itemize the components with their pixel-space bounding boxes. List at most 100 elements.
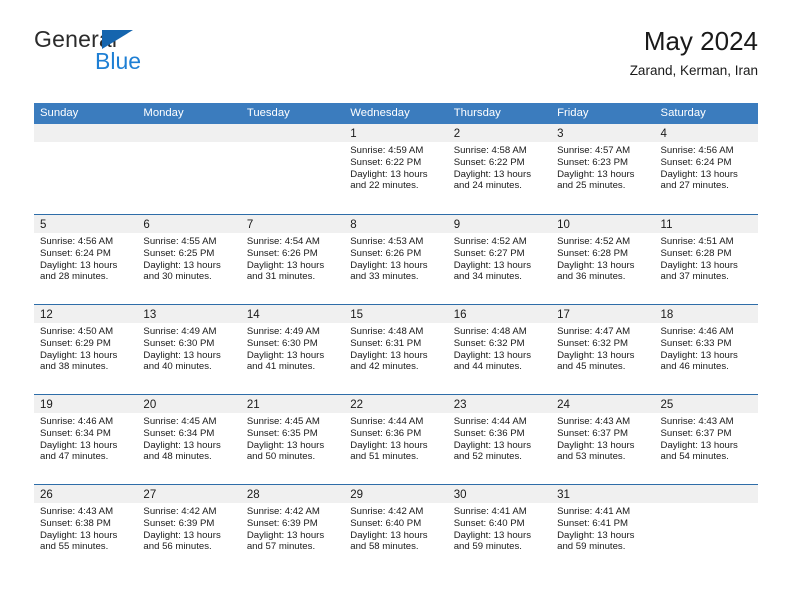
calendar-day-cell[interactable]: 23 Sunrise: 4:44 AM Sunset: 6:36 PM Dayligh… (447, 395, 552, 484)
day-detail-line: Sunset: 6:26 PM (350, 247, 422, 259)
day-number: 31 (557, 489, 570, 501)
calendar-day-cell[interactable]: 17 Sunrise: 4:47 AM Sunset: 6:32 PM Dayligh… (551, 305, 655, 394)
calendar-day-cell[interactable]: 13 Sunrise: 4:49 AM Sunset: 6:30 PM Dayligh… (137, 305, 241, 394)
calendar-day-cell[interactable]: 20 Sunrise: 4:45 AM Sunset: 6:34 PM Dayligh… (137, 395, 241, 484)
calendar-day-cell[interactable]: 11 Sunrise: 4:51 AM Sunset: 6:28 PM Dayligh… (654, 215, 758, 304)
day-detail-lines: Sunrise: 4:47 AM Sunset: 6:32 PM Daylight:… (551, 323, 654, 373)
day-detail-lines: Sunrise: 4:43 AM Sunset: 6:38 PM Daylight:… (34, 503, 137, 553)
day-number-band: 17 (551, 305, 655, 323)
calendar-day-cell[interactable]: 24 Sunrise: 4:43 AM Sunset: 6:37 PM Dayligh… (551, 395, 655, 484)
calendar-day-cell[interactable]: 26 Sunrise: 4:43 AM Sunset: 6:38 PM Dayligh… (34, 485, 138, 574)
day-number-band: 1 (344, 124, 448, 142)
day-detail-line: Daylight: 13 hours (246, 349, 325, 361)
day-detail-line: Daylight: 13 hours (453, 529, 532, 541)
calendar-day-cell[interactable]: 27 Sunrise: 4:42 AM Sunset: 6:39 PM Dayligh… (137, 485, 241, 574)
day-detail-lines (34, 142, 137, 145)
day-detail-line: Sunset: 6:37 PM (557, 427, 629, 439)
day-number: 27 (143, 489, 157, 501)
calendar-day-cell[interactable]: 14 Sunrise: 4:49 AM Sunset: 6:30 PM Dayligh… (240, 305, 345, 394)
day-number-band: 26 (34, 485, 138, 503)
day-number: 7 (246, 219, 254, 231)
day-detail-line: Sunset: 6:41 PM (557, 517, 629, 529)
calendar-day-cell[interactable]: 10 Sunrise: 4:52 AM Sunset: 6:28 PM Dayligh… (551, 215, 655, 304)
day-detail-line: Sunrise: 4:42 AM (246, 506, 320, 517)
day-detail-lines (241, 142, 344, 145)
calendar-day-cell[interactable]: 31 Sunrise: 4:41 AM Sunset: 6:41 PM Dayligh… (551, 485, 655, 574)
day-number-band: 8 (344, 215, 448, 233)
calendar-day-cell[interactable]: 22 Sunrise: 4:44 AM Sunset: 6:36 PM Dayligh… (344, 395, 448, 484)
weekday-header-thursday: Thursday (453, 107, 501, 119)
day-detail-line: Daylight: 13 hours (453, 259, 532, 271)
calendar-page: General Blue May 2024 Zarand, Kerman, Ir… (0, 0, 792, 612)
calendar-day-cell[interactable]: 4 Sunrise: 4:56 AM Sunset: 6:24 PM Daylight… (654, 124, 758, 214)
calendar-day-cell[interactable]: 6 Sunrise: 4:55 AM Sunset: 6:25 PM Daylight… (137, 215, 241, 304)
day-detail-line: Sunrise: 4:52 AM (557, 236, 631, 247)
weekday-header-tuesday: Tuesday (246, 107, 290, 119)
day-detail-line: and 52 minutes. (453, 451, 522, 463)
calendar-grid: Sunday Monday Tuesday Wednesday Thursday Frid… (34, 103, 758, 574)
day-detail-lines: Sunrise: 4:46 AM Sunset: 6:34 PM Daylight:… (34, 413, 137, 463)
day-detail-lines: Sunrise: 4:43 AM Sunset: 6:37 PM Daylight:… (551, 413, 654, 463)
day-detail-line: Daylight: 13 hours (557, 529, 635, 541)
day-detail-lines: Sunrise: 4:41 AM Sunset: 6:41 PM Daylight:… (551, 503, 654, 553)
day-number-band: 9 (447, 215, 552, 233)
calendar-day-cell-empty (240, 124, 345, 214)
day-detail-line: Sunrise: 4:51 AM (660, 236, 734, 247)
calendar-day-cell[interactable]: 3 Sunrise: 4:57 AM Sunset: 6:23 PM Daylight… (551, 124, 655, 214)
day-number-band: 31 (551, 485, 655, 503)
day-detail-line: Daylight: 13 hours (40, 259, 118, 271)
day-detail-line: and 28 minutes. (40, 271, 109, 283)
calendar-day-cell[interactable]: 29 Sunrise: 4:42 AM Sunset: 6:40 PM Dayligh… (344, 485, 448, 574)
day-detail-line: Daylight: 13 hours (143, 439, 221, 451)
day-detail-line: Sunrise: 4:45 AM (143, 416, 217, 427)
day-detail-line: Daylight: 13 hours (246, 529, 325, 541)
calendar-day-cell[interactable]: 8 Sunrise: 4:53 AM Sunset: 6:26 PM Daylight… (344, 215, 448, 304)
day-detail-line: Sunrise: 4:41 AM (453, 506, 527, 517)
calendar-day-cell[interactable]: 15 Sunrise: 4:48 AM Sunset: 6:31 PM Dayligh… (344, 305, 448, 394)
day-detail-line: Daylight: 13 hours (557, 349, 635, 361)
calendar-day-cell[interactable]: 28 Sunrise: 4:42 AM Sunset: 6:39 PM Dayligh… (240, 485, 345, 574)
calendar-day-cell[interactable]: 5 Sunrise: 4:56 AM Sunset: 6:24 PM Daylight… (34, 215, 138, 304)
calendar-day-cell[interactable]: 25 Sunrise: 4:43 AM Sunset: 6:37 PM Dayligh… (654, 395, 758, 484)
day-detail-line: Sunrise: 4:56 AM (40, 236, 114, 247)
day-number: 2 (453, 128, 461, 140)
day-detail-line: Sunrise: 4:52 AM (453, 236, 527, 247)
calendar-day-cell[interactable]: 12 Sunrise: 4:50 AM Sunset: 6:29 PM Dayligh… (34, 305, 138, 394)
day-number-band: 30 (447, 485, 552, 503)
day-detail-lines: Sunrise: 4:58 AM Sunset: 6:22 PM Daylight:… (448, 142, 551, 192)
day-number: 9 (453, 219, 461, 231)
day-detail-line: Daylight: 13 hours (246, 439, 325, 451)
calendar-day-cell[interactable]: 9 Sunrise: 4:52 AM Sunset: 6:27 PM Daylight… (447, 215, 552, 304)
calendar-day-cell[interactable]: 18 Sunrise: 4:46 AM Sunset: 6:33 PM Dayligh… (654, 305, 758, 394)
day-detail-lines: Sunrise: 4:43 AM Sunset: 6:37 PM Daylight:… (655, 413, 758, 463)
calendar-day-cell[interactable]: 16 Sunrise: 4:48 AM Sunset: 6:32 PM Dayligh… (447, 305, 552, 394)
day-detail-line: and 59 minutes. (453, 541, 522, 553)
day-detail-line: Sunset: 6:27 PM (453, 247, 525, 259)
day-detail-line: and 58 minutes. (350, 541, 419, 553)
day-detail-line: Sunrise: 4:54 AM (246, 236, 320, 247)
day-number: 10 (557, 219, 570, 231)
brand-logo[interactable]: General Blue (34, 28, 334, 88)
calendar-day-cell[interactable]: 2 Sunrise: 4:58 AM Sunset: 6:22 PM Daylight… (447, 124, 552, 214)
day-number-band: 18 (654, 305, 758, 323)
calendar-day-cell[interactable]: 30 Sunrise: 4:41 AM Sunset: 6:40 PM Dayligh… (447, 485, 552, 574)
day-detail-line: Sunrise: 4:48 AM (453, 326, 527, 337)
day-detail-line: Daylight: 13 hours (557, 168, 635, 180)
calendar-day-cell[interactable]: 1 Sunrise: 4:59 AM Sunset: 6:22 PM Daylight… (344, 124, 448, 214)
calendar-day-cell[interactable]: 21 Sunrise: 4:45 AM Sunset: 6:35 PM Dayligh… (240, 395, 345, 484)
day-detail-line: and 24 minutes. (453, 180, 522, 192)
day-detail-line: Sunrise: 4:44 AM (350, 416, 424, 427)
day-number-band: 15 (344, 305, 448, 323)
day-detail-lines: Sunrise: 4:46 AM Sunset: 6:33 PM Daylight:… (655, 323, 758, 373)
day-detail-line: Sunset: 6:32 PM (453, 337, 525, 349)
calendar-day-cell[interactable]: 7 Sunrise: 4:54 AM Sunset: 6:26 PM Daylight… (240, 215, 345, 304)
day-number-band: 4 (654, 124, 758, 142)
title-block: May 2024 Zarand, Kerman, Iran (630, 27, 758, 79)
calendar-day-cell[interactable]: 19 Sunrise: 4:46 AM Sunset: 6:34 PM Dayligh… (34, 395, 138, 484)
weekday-header-row: Sunday Monday Tuesday Wednesday Thursday Frid… (34, 103, 758, 124)
day-number: 26 (40, 489, 53, 501)
day-number: 6 (143, 219, 150, 231)
day-detail-line: Daylight: 13 hours (350, 349, 428, 361)
day-detail-lines: Sunrise: 4:42 AM Sunset: 6:39 PM Daylight:… (241, 503, 344, 553)
day-detail-line: Sunset: 6:28 PM (557, 247, 629, 259)
